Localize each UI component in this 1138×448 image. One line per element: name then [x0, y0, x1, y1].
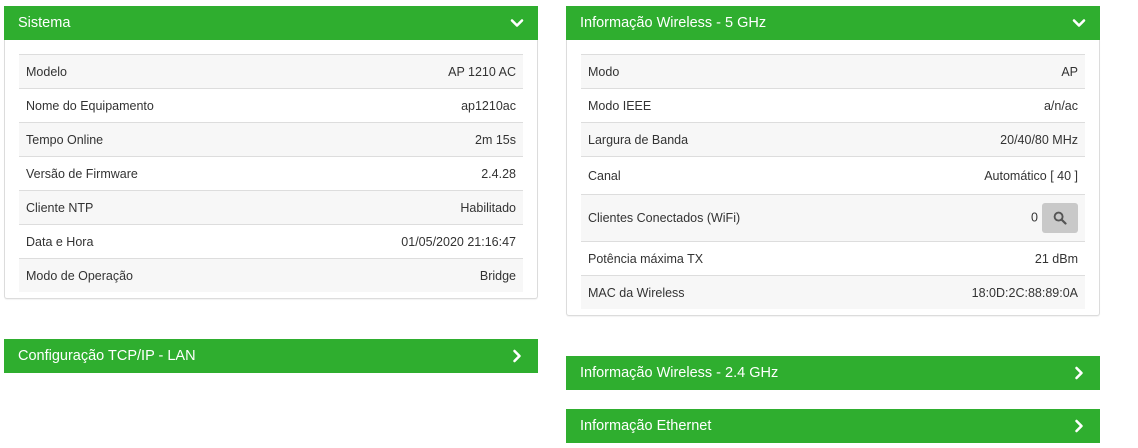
row-label: MAC da Wireless — [588, 285, 685, 300]
row-label: Potência máxima TX — [588, 251, 704, 266]
row-value: 21 dBm — [1034, 251, 1078, 266]
row-value: AP 1210 AC — [448, 64, 516, 79]
search-clients-button[interactable] — [1042, 203, 1078, 233]
wireless5-body: Modo AP Modo IEEE a/n/ac Largura de Banda 2… — [566, 40, 1100, 316]
table-row: Modo AP — [581, 54, 1085, 89]
row-value: 20/40/80 MHz — [1000, 132, 1078, 147]
sistema-title: Sistema — [18, 15, 71, 31]
chevron-right-icon — [1075, 419, 1083, 433]
table-row: Data e Hora 01/05/2020 21:16:47 — [19, 224, 523, 259]
row-value: ap1210ac — [461, 98, 516, 113]
chevron-right-icon — [1075, 366, 1083, 380]
row-label: Versão de Firmware — [26, 166, 138, 181]
row-value: Automático [ 40 ] — [984, 168, 1078, 183]
ethernet-panel: Informação Ethernet — [566, 409, 1100, 443]
row-label: Cliente NTP — [26, 200, 94, 215]
sistema-table: Modelo AP 1210 AC Nome do Equipamento ap12… — [19, 54, 523, 292]
tcpip-title: Configuração TCP/IP - LAN — [18, 348, 196, 364]
wireless5-panel: Informação Wireless - 5 GHz Modo AP Modo … — [566, 6, 1100, 316]
tcpip-header[interactable]: Configuração TCP/IP - LAN — [4, 339, 538, 373]
table-row: Largura de Banda 20/40/80 MHz — [581, 122, 1085, 157]
chevron-down-icon — [1072, 19, 1086, 27]
table-row: MAC da Wireless 18:0D:2C:88:89:0A — [581, 275, 1085, 309]
table-row: Tempo Online 2m 15s — [19, 122, 523, 157]
sistema-header[interactable]: Sistema — [4, 6, 538, 40]
table-row: Versão de Firmware 2.4.28 — [19, 156, 523, 191]
table-row: Modo IEEE a/n/ac — [581, 88, 1085, 123]
row-value: AP — [1061, 64, 1078, 79]
row-label: Canal — [588, 168, 621, 183]
row-value: Habilitado — [460, 200, 516, 215]
ethernet-header[interactable]: Informação Ethernet — [566, 409, 1100, 443]
row-value: 2m 15s — [475, 132, 516, 147]
row-value: 01/05/2020 21:16:47 — [401, 234, 516, 249]
row-value: Bridge — [479, 268, 516, 283]
row-label: Modo — [588, 64, 620, 79]
table-row: Modo de Operação Bridge — [19, 258, 523, 292]
row-label: Modo IEEE — [588, 98, 652, 113]
chevron-down-icon — [510, 19, 524, 27]
table-row: Modelo AP 1210 AC — [19, 54, 523, 89]
row-label: Largura de Banda — [588, 132, 689, 147]
tcpip-panel: Configuração TCP/IP - LAN — [4, 339, 538, 373]
search-icon — [1053, 211, 1067, 225]
row-label: Tempo Online — [26, 132, 104, 147]
row-label: Nome do Equipamento — [26, 98, 154, 113]
table-row: Clientes Conectados (WiFi) 0 — [581, 194, 1085, 242]
wireless24-panel: Informação Wireless - 2.4 GHz — [566, 356, 1100, 390]
clients-count: 0 — [1031, 210, 1038, 225]
row-value: 18:0D:2C:88:89:0A — [971, 285, 1078, 300]
row-label: Modelo — [26, 64, 67, 79]
table-row: Potência máxima TX 21 dBm — [581, 241, 1085, 276]
wireless24-title: Informação Wireless - 2.4 GHz — [580, 365, 779, 381]
chevron-right-icon — [513, 349, 521, 363]
table-row: Canal Automático [ 40 ] — [581, 156, 1085, 195]
ethernet-title: Informação Ethernet — [580, 418, 712, 434]
wireless5-title: Informação Wireless - 5 GHz — [580, 15, 767, 31]
table-row: Nome do Equipamento ap1210ac — [19, 88, 523, 123]
row-value-clients: 0 — [873, 195, 1085, 242]
wireless5-table: Modo AP Modo IEEE a/n/ac Largura de Banda 2… — [581, 54, 1085, 309]
row-value: 2.4.28 — [481, 166, 516, 181]
sistema-panel: Sistema Modelo AP 1210 AC Nome do Equipam… — [4, 6, 538, 299]
wireless24-header[interactable]: Informação Wireless - 2.4 GHz — [566, 356, 1100, 390]
row-label: Data e Hora — [26, 234, 94, 249]
row-label: Modo de Operação — [26, 268, 134, 283]
wireless5-header[interactable]: Informação Wireless - 5 GHz — [566, 6, 1100, 40]
table-row: Cliente NTP Habilitado — [19, 190, 523, 225]
row-value: a/n/ac — [1043, 98, 1078, 113]
sistema-body: Modelo AP 1210 AC Nome do Equipamento ap12… — [4, 40, 538, 299]
row-label: Clientes Conectados (WiFi) — [588, 211, 741, 225]
